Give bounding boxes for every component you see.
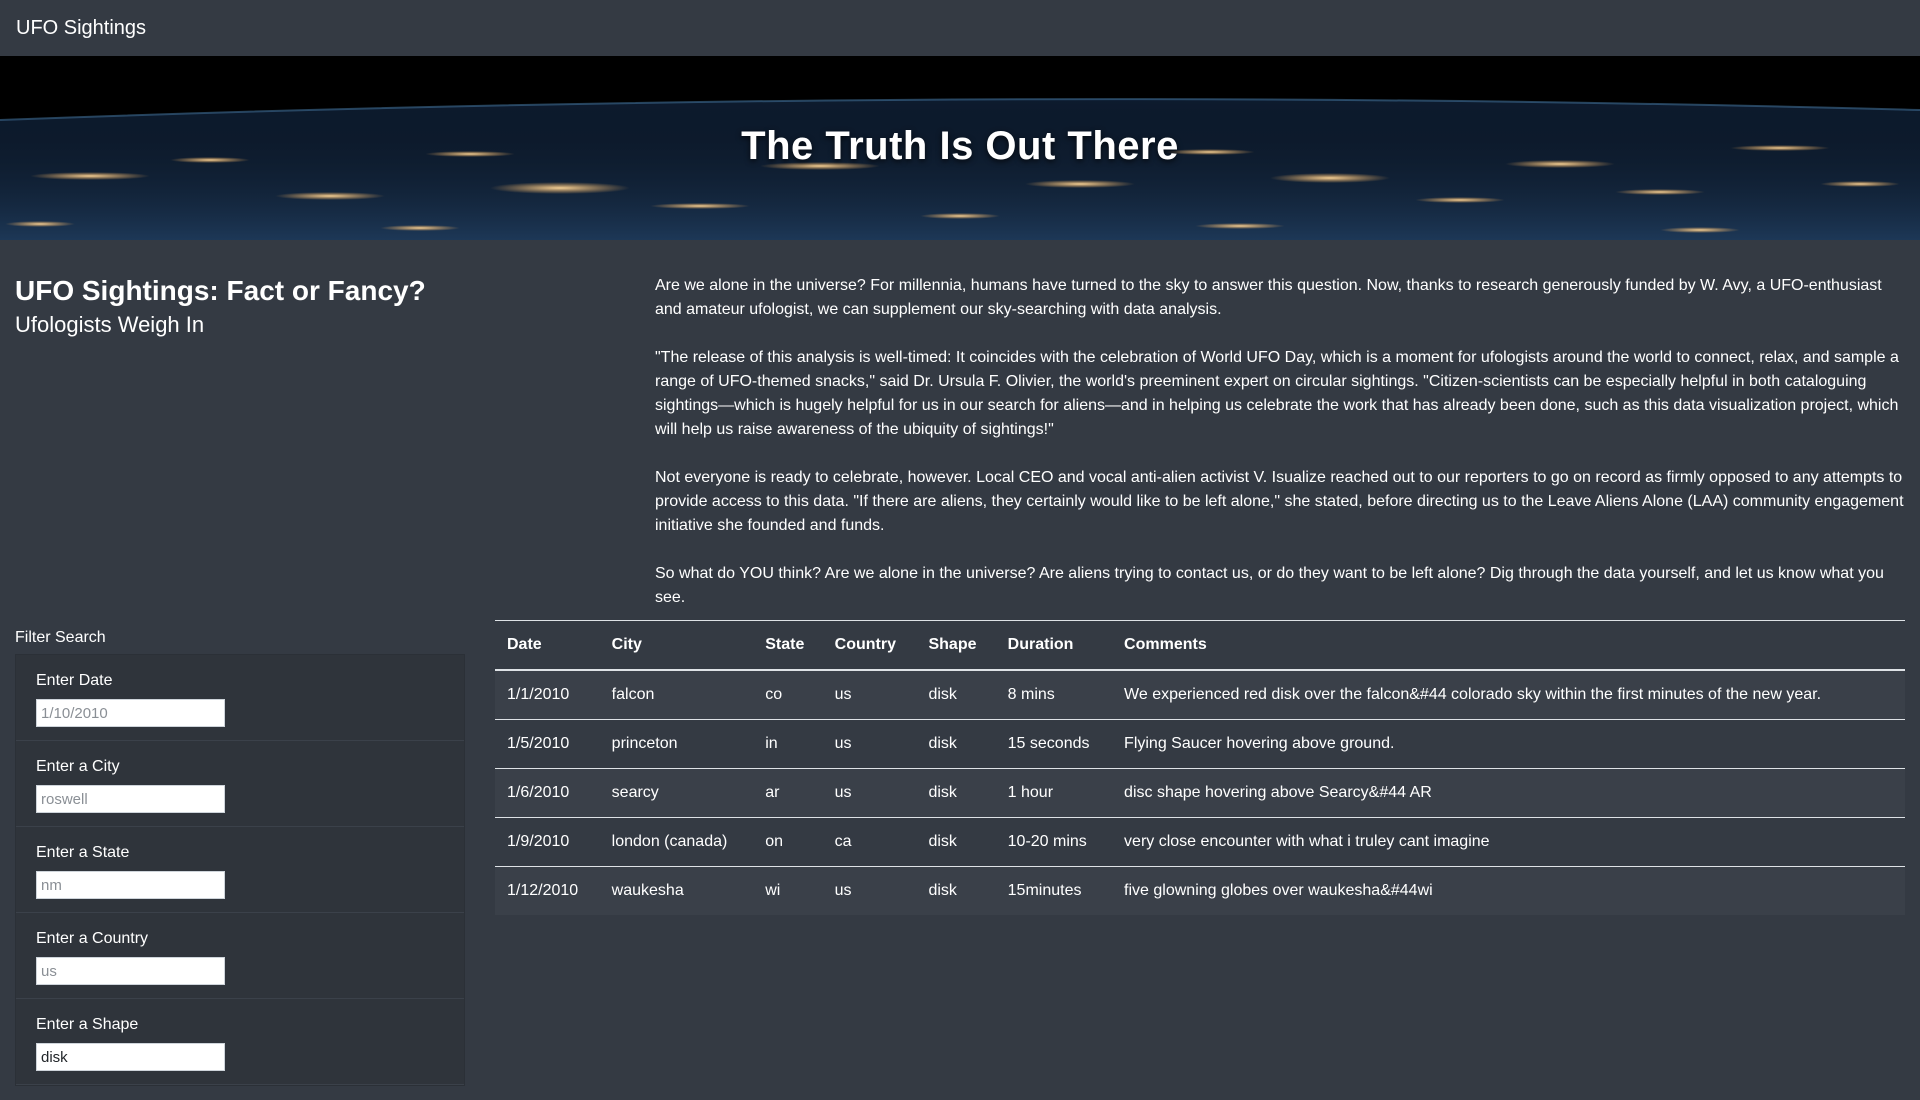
cell-city: waukesha [599,866,754,915]
table-row: 1/1/2010 falcon co us disk 8 mins We exp… [495,670,1905,720]
cell-comments: five glowning globes over waukesha&#44wi [1112,866,1905,915]
cell-duration: 10-20 mins [995,817,1113,867]
column-header-comments: Comments [1112,620,1905,671]
cell-state: ar [753,768,823,818]
cell-duration: 1 hour [995,768,1113,818]
filter-item-city: Enter a City [16,741,464,827]
table-header-row: Date City State Country Shape Duration C… [495,620,1905,671]
cell-city: falcon [599,670,754,720]
cell-state: co [753,670,823,720]
filter-list: Enter Date Enter a City Enter a State En… [15,654,465,1086]
article-paragraph: "The release of this analysis is well-ti… [655,349,1899,438]
article-body: Are we alone in the universe? For millen… [655,274,1905,634]
cell-shape: disk [916,817,996,867]
table-row: 1/6/2010 searcy ar us disk 1 hour disc s… [495,768,1905,818]
cell-duration: 8 mins [995,670,1113,720]
cell-country: us [822,768,917,818]
filter-panel: Filter Search Enter Date Enter a City En… [15,620,465,1086]
column-header-date: Date [495,620,600,671]
cell-date: 1/9/2010 [495,817,600,867]
hero-title: The Truth Is Out There [741,124,1179,168]
state-label: Enter a State [36,844,130,861]
cell-shape: disk [916,670,996,720]
city-input[interactable] [36,785,225,813]
shape-label: Enter a Shape [36,1016,139,1033]
cell-date: 1/1/2010 [495,670,600,720]
country-label: Enter a Country [36,930,149,947]
article-paragraph: Not everyone is ready to celebrate, howe… [655,469,1904,534]
cell-date: 1/6/2010 [495,768,600,818]
sightings-table-wrapper: Date City State Country Shape Duration C… [495,620,1905,915]
intro-heading: UFO Sightings: Fact or Fancy? Ufologists… [15,274,426,338]
cell-country: ca [822,817,917,867]
filter-item-country: Enter a Country [16,913,464,999]
navbar: UFO Sightings [0,0,1920,56]
article-paragraph: Are we alone in the universe? For millen… [655,277,1882,318]
column-header-shape: Shape [916,620,996,671]
cell-city: london (canada) [599,817,754,867]
shape-input[interactable] [36,1043,225,1071]
country-input[interactable] [36,957,225,985]
table-row: 1/5/2010 princeton in us disk 15 seconds… [495,719,1905,769]
cell-country: us [822,866,917,915]
cell-shape: disk [916,866,996,915]
cell-date: 1/5/2010 [495,719,600,769]
filter-item-date: Enter Date [16,655,464,741]
intro-section: UFO Sightings: Fact or Fancy? Ufologists… [0,240,1920,620]
filter-item-state: Enter a State [16,827,464,913]
cell-state: in [753,719,823,769]
article-paragraph: So what do YOU think? Are we alone in th… [655,565,1884,606]
cell-duration: 15minutes [995,866,1113,915]
page-subtitle: Ufologists Weigh In [15,311,205,337]
cell-shape: disk [916,768,996,818]
column-header-duration: Duration [995,620,1113,671]
cell-state: on [753,817,823,867]
date-label: Enter Date [36,672,113,689]
cell-comments: very close encounter with what i truley … [1112,817,1905,867]
filter-title: Filter Search [15,629,106,646]
table-row: 1/12/2010 waukesha wi us disk 15minutes … [495,866,1905,915]
date-input[interactable] [36,699,225,727]
column-header-state: State [753,620,823,671]
table-row: 1/9/2010 london (canada) on ca disk 10-2… [495,817,1905,867]
page-title: UFO Sightings: Fact or Fancy? [15,275,426,306]
column-header-city: City [599,620,754,671]
cell-city: princeton [599,719,754,769]
sightings-table: Date City State Country Shape Duration C… [495,620,1905,915]
cell-country: us [822,719,917,769]
filter-item-shape: Enter a Shape [16,999,464,1085]
cell-duration: 15 seconds [995,719,1113,769]
cell-date: 1/12/2010 [495,866,600,915]
cell-comments: We experienced red disk over the falcon&… [1112,670,1905,720]
navbar-brand-link[interactable]: UFO Sightings [16,17,146,40]
cell-country: us [822,670,917,720]
column-header-country: Country [822,620,917,671]
state-input[interactable] [36,871,225,899]
city-label: Enter a City [36,758,120,775]
cell-city: searcy [599,768,754,818]
cell-shape: disk [916,719,996,769]
cell-comments: disc shape hovering above Searcy&#44 AR [1112,768,1905,818]
hero-banner: The Truth Is Out There [0,56,1920,240]
cell-state: wi [753,866,823,915]
cell-comments: Flying Saucer hovering above ground. [1112,719,1905,769]
